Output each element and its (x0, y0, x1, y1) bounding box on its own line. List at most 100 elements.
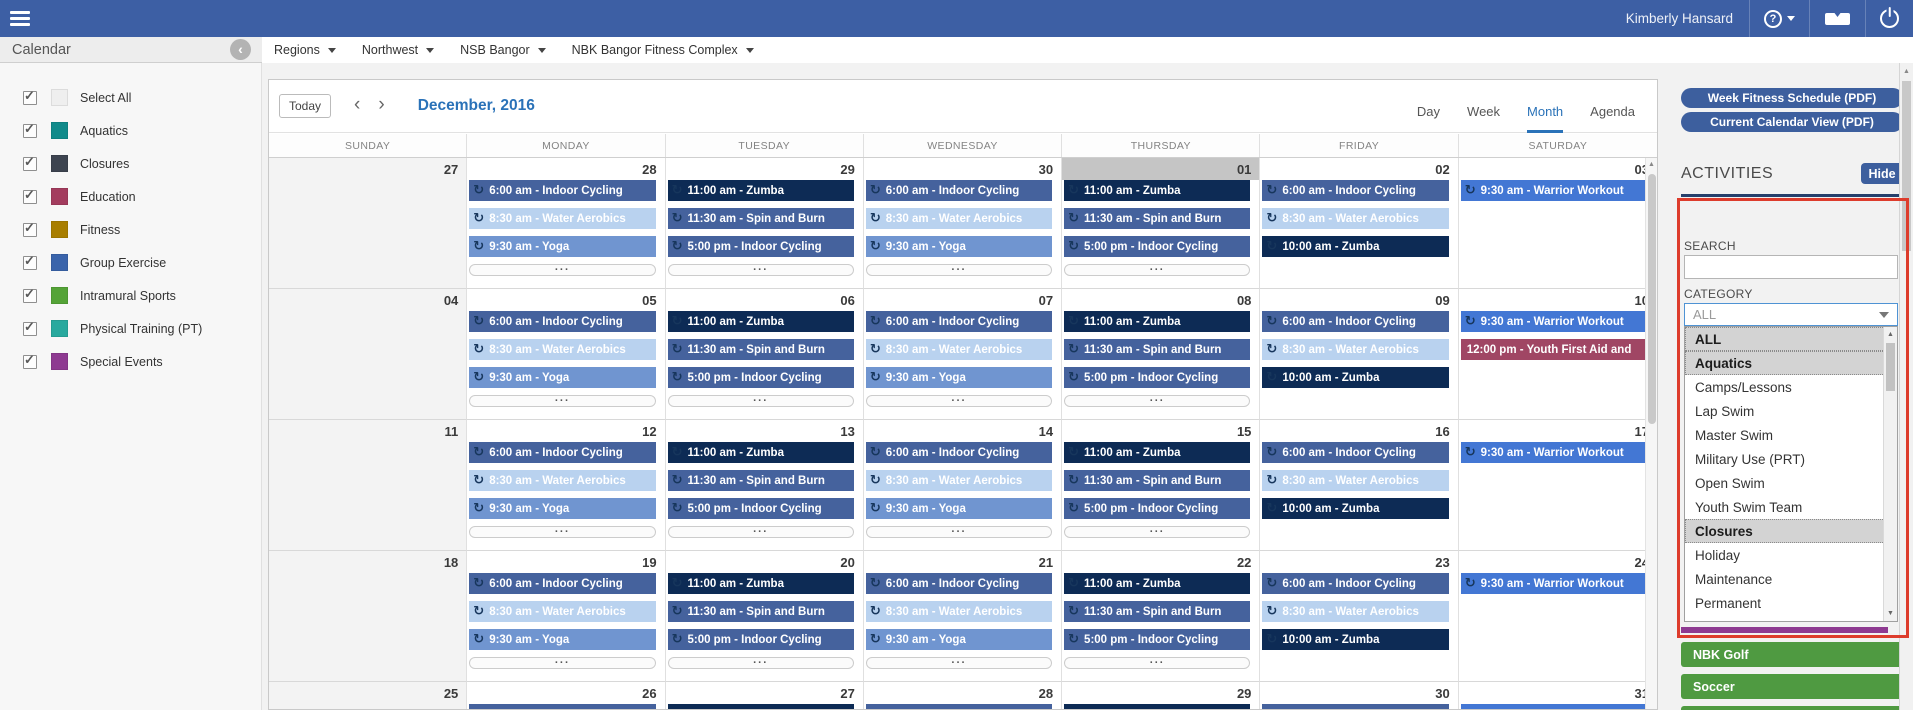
more-events-button[interactable]: ... (668, 264, 854, 276)
more-events-button[interactable]: ... (866, 526, 1052, 538)
calendar-cell-02[interactable]: 02 ↻ 6:00 am - Indoor Cycling ↻ 8:30 am … (1260, 158, 1458, 289)
category-option-renovations[interactable]: Renovations (1685, 615, 1897, 622)
sidebar-collapse-button[interactable]: ‹ (230, 39, 251, 60)
legend-button-soccer[interactable]: Soccer (1681, 674, 1903, 699)
event-chip[interactable]: ↻ 9:30 am - Yoga (866, 367, 1052, 388)
calendar-cell-03[interactable]: 03 ↻ 9:30 am - Warrior Workout (1459, 158, 1657, 289)
category-option-open-swim[interactable]: Open Swim (1685, 471, 1897, 495)
event-chip[interactable]: ↻ 5:00 pm - Indoor Cycling (1064, 498, 1250, 519)
event-chip[interactable]: ↻ 6:00 am - Indoor Cycling (1262, 442, 1448, 463)
event-chip[interactable]: ↻ 6:00 am - Indoor Cycling (1262, 573, 1448, 594)
filter-nsb-bangor[interactable]: NSB Bangor (460, 43, 545, 57)
previous-month-icon[interactable]: ‹ (345, 94, 369, 116)
calendar-cell-14[interactable]: 14 ↻ 6:00 am - Indoor Cycling ↻ 8:30 am … (864, 420, 1062, 551)
event-chip[interactable]: ↻ 8:30 am - Water Aerobics (469, 470, 655, 491)
calendar-cell-27[interactable]: 27 (269, 158, 467, 289)
calendar-cell-07[interactable]: 07 ↻ 6:00 am - Indoor Cycling ↻ 8:30 am … (864, 289, 1062, 420)
event-chip[interactable]: ↻ 9:30 am - Yoga (866, 236, 1052, 257)
event-chip[interactable]: ↻ 10:00 am - Zumba (1262, 367, 1448, 388)
event-chip[interactable]: ↻ 6:00 am - Indoor Cycling (1262, 180, 1448, 201)
event-chip[interactable]: ↻ 6:00 am - Indoor Cycling (1262, 704, 1448, 710)
scrollbar-thumb[interactable] (1886, 343, 1895, 391)
hide-button[interactable]: Hide (1861, 163, 1903, 184)
tab-day[interactable]: Day (1417, 104, 1440, 133)
calendar-cell-19[interactable]: 19 ↻ 6:00 am - Indoor Cycling ↻ 8:30 am … (467, 551, 665, 682)
calendar-cell-01[interactable]: 01 ↻ 11:00 am - Zumba ↻ 11:30 am - Spin … (1062, 158, 1260, 289)
category-option-permanent[interactable]: Permanent (1685, 591, 1897, 615)
calendar-cell-05[interactable]: 05 ↻ 6:00 am - Indoor Cycling ↻ 8:30 am … (467, 289, 665, 420)
calendar-cell-26[interactable]: 26 ↻ 6:00 am - Indoor Cycling (467, 682, 665, 710)
more-events-button[interactable]: ... (1064, 526, 1250, 538)
event-chip[interactable]: ↻ 6:00 am - Indoor Cycling (866, 180, 1052, 201)
calendar-cell-04[interactable]: 04 (269, 289, 467, 420)
event-chip[interactable]: ↻ 8:30 am - Water Aerobics (866, 208, 1052, 229)
calendar-cell-15[interactable]: 15 ↻ 11:00 am - Zumba ↻ 11:30 am - Spin … (1062, 420, 1260, 551)
event-chip[interactable]: ↻ 6:00 am - Indoor Cycling (866, 573, 1052, 594)
calendar-cell-27[interactable]: 27 ↻ 11:00 am - Zumba (666, 682, 864, 710)
category-option-aquatics[interactable]: Aquatics (1685, 351, 1897, 375)
checkbox[interactable]: ✓ (23, 289, 37, 303)
event-chip[interactable]: ↻ 8:30 am - Water Aerobics (1262, 601, 1448, 622)
next-month-icon[interactable]: › (369, 94, 393, 116)
event-chip[interactable]: ↻ 11:30 am - Spin and Burn (668, 339, 854, 360)
dropdown-scrollbar[interactable]: ▲ ▼ (1883, 327, 1897, 621)
page-scrollbar[interactable]: ▲ (1899, 63, 1913, 710)
event-chip[interactable]: ↻ 11:00 am - Zumba (1064, 180, 1250, 201)
event-chip[interactable]: ↻ 8:30 am - Water Aerobics (1262, 208, 1448, 229)
tab-month[interactable]: Month (1527, 104, 1563, 133)
more-events-button[interactable]: ... (469, 264, 655, 276)
calendar-cell-25[interactable]: 25 (269, 682, 467, 710)
more-events-button[interactable]: ... (668, 526, 854, 538)
calendar-cell-16[interactable]: 16 ↻ 6:00 am - Indoor Cycling ↻ 8:30 am … (1260, 420, 1458, 551)
legend-button-nbk-golf[interactable]: NBK Golf (1681, 642, 1903, 667)
event-chip[interactable]: ↻ 9:30 am - Yoga (469, 367, 655, 388)
event-chip[interactable]: ↻ 11:00 am - Zumba (668, 311, 854, 332)
more-events-button[interactable]: ... (1064, 264, 1250, 276)
more-events-button[interactable]: ... (469, 526, 655, 538)
scroll-up-icon[interactable]: ▲ (1900, 68, 1913, 75)
partially-hidden-legend-button[interactable] (1681, 627, 1888, 633)
event-chip[interactable]: ↻ 6:00 am - Indoor Cycling (469, 442, 655, 463)
category-option-military-use-prt[interactable]: Military Use (PRT) (1685, 447, 1897, 471)
event-chip[interactable]: ↻ 5:00 pm - Indoor Cycling (668, 629, 854, 650)
week-fitness-schedule-pdf-button[interactable]: Week Fitness Schedule (PDF) (1681, 88, 1903, 108)
more-events-button[interactable]: ... (668, 657, 854, 669)
event-chip[interactable]: ↻ 11:00 am - Zumba (668, 442, 854, 463)
filter-nbk-bangor-fitness-complex[interactable]: NBK Bangor Fitness Complex (572, 43, 754, 57)
event-chip[interactable]: ↻ 10:00 am - Zumba (1262, 498, 1448, 519)
category-option-youth-swim-team[interactable]: Youth Swim Team (1685, 495, 1897, 519)
event-chip[interactable]: ↻ 6:00 am - Indoor Cycling (866, 311, 1052, 332)
more-events-button[interactable]: ... (1064, 657, 1250, 669)
event-chip[interactable]: ↻ 11:30 am - Spin and Burn (668, 470, 854, 491)
event-chip[interactable]: ↻ 11:00 am - Zumba (1064, 311, 1250, 332)
event-chip[interactable]: 12:00 pm - Youth First Aid and (1461, 339, 1648, 360)
event-chip[interactable]: ↻ 9:30 am - Warrior Workout (1461, 573, 1648, 594)
event-chip[interactable]: ↻ 9:30 am - Warrior Workout (1461, 311, 1648, 332)
search-input[interactable] (1684, 255, 1898, 279)
tab-week[interactable]: Week (1467, 104, 1500, 133)
category-option-holiday[interactable]: Holiday (1685, 543, 1897, 567)
event-chip[interactable]: ↻ 11:30 am - Spin and Burn (1064, 208, 1250, 229)
calendar-cell-06[interactable]: 06 ↻ 11:00 am - Zumba ↻ 11:30 am - Spin … (666, 289, 864, 420)
event-chip[interactable]: ↻ 9:30 am - Yoga (469, 629, 655, 650)
event-chip[interactable]: ↻ 6:00 am - Indoor Cycling (866, 442, 1052, 463)
category-option-camps-lessons[interactable]: Camps/Lessons (1685, 375, 1897, 399)
event-chip[interactable]: ↻ 11:00 am - Zumba (1064, 704, 1250, 710)
event-chip[interactable]: ↻ 8:30 am - Water Aerobics (469, 339, 655, 360)
event-chip[interactable]: ↻ 10:00 am - Zumba (1262, 629, 1448, 650)
today-button[interactable]: Today (279, 94, 331, 118)
event-chip[interactable]: ↻ 11:00 am - Zumba (1064, 573, 1250, 594)
calendar-cell-28[interactable]: 28 ↻ 6:00 am - Indoor Cycling ↻ 8:30 am … (467, 158, 665, 289)
checkbox[interactable]: ✓ (23, 124, 37, 138)
calendar-cell-24[interactable]: 24 ↻ 9:30 am - Warrior Workout (1459, 551, 1657, 682)
category-option-lap-swim[interactable]: Lap Swim (1685, 399, 1897, 423)
calendar-cell-31[interactable]: 31 ↻ 9:30 am - Warrior Workout (1459, 682, 1657, 710)
event-chip[interactable]: ↻ 8:30 am - Water Aerobics (1262, 339, 1448, 360)
scrollbar-thumb[interactable] (1648, 174, 1656, 424)
category-option-master-swim[interactable]: Master Swim (1685, 423, 1897, 447)
scroll-up-icon[interactable]: ▲ (1884, 331, 1897, 338)
calendar-cell-11[interactable]: 11 (269, 420, 467, 551)
event-chip[interactable]: ↻ 5:00 pm - Indoor Cycling (668, 498, 854, 519)
event-chip[interactable]: ↻ 5:00 pm - Indoor Cycling (1064, 629, 1250, 650)
checkbox[interactable]: ✓ (23, 190, 37, 204)
